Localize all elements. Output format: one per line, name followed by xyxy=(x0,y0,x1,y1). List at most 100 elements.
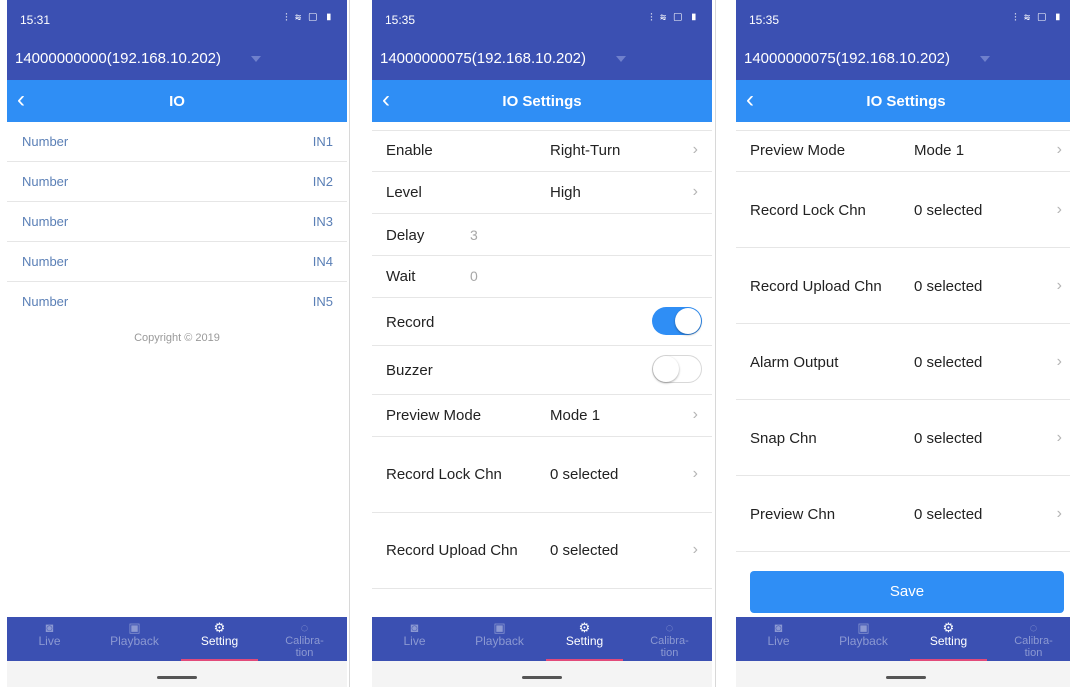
list-item[interactable]: Number IN5 xyxy=(7,282,347,322)
tab-playback[interactable]: ▣ Playback xyxy=(821,617,906,661)
chevron-right-icon: › xyxy=(1056,505,1062,522)
page-title: IO xyxy=(169,93,185,110)
record-row: Record xyxy=(372,298,712,346)
tab-live[interactable]: ◙ Live xyxy=(736,617,821,661)
row-value: Right-Turn xyxy=(550,142,621,159)
row-label: Number xyxy=(22,294,69,309)
calibration-icon: ◌ xyxy=(300,620,309,635)
tab-label: Setting xyxy=(200,634,239,648)
row-label: Preview Mode xyxy=(750,142,846,159)
row-label: Number xyxy=(22,214,69,229)
row-label: Buzzer xyxy=(386,362,433,379)
enable-row[interactable]: Enable Right-Turn › xyxy=(372,130,712,172)
tab-label: Live xyxy=(767,634,790,648)
status-bar: 15:35 ⫶ ≋ ▢ ▮ xyxy=(736,0,1070,38)
io-list-screen: 15:31 ⫶ ≋ ▢ ▮ 14000000000(192.168.10.202… xyxy=(7,0,347,687)
row-value: 0 selected xyxy=(550,466,619,483)
row-label: Snap Chn xyxy=(750,430,817,447)
tab-calibration[interactable]: ◌ Calibra- tion xyxy=(627,617,712,661)
list-item[interactable]: Number IN2 xyxy=(7,162,347,202)
tab-playback[interactable]: ▣ Playback xyxy=(92,617,177,661)
record-upload-chn-row[interactable]: Record Upload Chn 0 selected › xyxy=(372,513,712,589)
chevron-right-icon: › xyxy=(692,141,698,158)
settings-list: Preview Mode Mode 1 › Record Lock Chn 0 … xyxy=(736,130,1070,552)
preview-chn-row[interactable]: Preview Chn 0 selected › xyxy=(736,476,1070,552)
divider xyxy=(715,0,716,687)
save-button[interactable]: Save xyxy=(750,571,1064,613)
tab-calibration[interactable]: ◌ Calibra- tion xyxy=(991,617,1070,661)
chevron-down-icon xyxy=(980,56,990,62)
record-lock-chn-row[interactable]: Record Lock Chn 0 selected › xyxy=(736,172,1070,248)
wait-row: Wait 0 xyxy=(372,256,712,298)
tab-label: Calibra- tion xyxy=(650,635,689,659)
toggle-knob xyxy=(675,308,701,334)
list-item[interactable]: Number IN3 xyxy=(7,202,347,242)
alarm-output-row[interactable]: Alarm Output 0 selected › xyxy=(736,324,1070,400)
device-selector[interactable]: 14000000075(192.168.10.202) xyxy=(736,38,1070,80)
nav-bar: ‹ IO Settings xyxy=(736,80,1070,122)
image-icon: ▣ xyxy=(128,620,141,635)
row-value: 0 selected xyxy=(914,202,983,219)
divider xyxy=(349,0,350,687)
row-label: Record xyxy=(386,314,435,331)
row-value: IN2 xyxy=(312,174,333,189)
delay-input[interactable]: 3 xyxy=(470,227,478,243)
home-indicator[interactable] xyxy=(157,676,197,679)
home-indicator-bar xyxy=(372,661,712,687)
gear-icon: ⚙ xyxy=(942,620,955,635)
preview-mode-row[interactable]: Preview Mode Mode 1 › xyxy=(736,130,1070,172)
row-label: Record Upload Chn xyxy=(386,542,518,559)
page-title: IO Settings xyxy=(866,93,946,110)
tab-setting[interactable]: ⚙ Setting xyxy=(542,617,627,661)
tab-calibration[interactable]: ◌ Calibra- tion xyxy=(262,617,347,661)
row-value: IN3 xyxy=(312,214,333,229)
buzzer-toggle[interactable] xyxy=(652,355,702,383)
image-icon: ▣ xyxy=(857,620,870,635)
tab-setting[interactable]: ⚙ Setting xyxy=(177,617,262,661)
tab-playback[interactable]: ▣ Playback xyxy=(457,617,542,661)
wait-input[interactable]: 0 xyxy=(470,268,478,284)
chevron-right-icon: › xyxy=(1056,429,1062,446)
row-label: Record Upload Chn xyxy=(750,278,882,295)
tab-live[interactable]: ◙ Live xyxy=(372,617,457,661)
tab-live[interactable]: ◙ Live xyxy=(7,617,92,661)
status-time: 15:31 xyxy=(20,13,51,27)
tab-label: Playback xyxy=(475,634,524,648)
row-label: Record Lock Chn xyxy=(750,202,866,219)
io-settings-scrolled-screen: 15:35 ⫶ ≋ ▢ ▮ 14000000075(192.168.10.202… xyxy=(736,0,1070,687)
calibration-icon: ◌ xyxy=(665,620,674,635)
record-upload-chn-row[interactable]: Record Upload Chn 0 selected › xyxy=(736,248,1070,324)
status-icons: ⫶ ≋ ▢ ▮ xyxy=(1014,12,1064,24)
list-item[interactable]: Number IN4 xyxy=(7,242,347,282)
snap-chn-row[interactable]: Snap Chn 0 selected › xyxy=(736,400,1070,476)
row-value: 0 selected xyxy=(914,506,983,523)
row-label: Level xyxy=(386,184,422,201)
nav-bar: ‹ IO Settings xyxy=(372,80,712,122)
tab-bar: ◙ Live ▣ Playback ⚙ Setting ◌ Calibra- tion xyxy=(736,617,1070,661)
tab-setting[interactable]: ⚙ Setting xyxy=(906,617,991,661)
row-value: 0 selected xyxy=(914,354,983,371)
copyright-text: Copyright © 2019 xyxy=(134,332,220,344)
chevron-right-icon: › xyxy=(1056,353,1062,370)
list-item[interactable]: Number IN1 xyxy=(7,122,347,162)
row-value: IN5 xyxy=(312,294,333,309)
gear-icon: ⚙ xyxy=(213,620,226,635)
record-toggle[interactable] xyxy=(652,307,702,335)
preview-mode-row[interactable]: Preview Mode Mode 1 › xyxy=(372,395,712,437)
record-lock-chn-row[interactable]: Record Lock Chn 0 selected › xyxy=(372,437,712,513)
home-indicator[interactable] xyxy=(522,676,562,679)
io-settings-screen: 15:35 ⫶ ≋ ▢ ▮ 14000000075(192.168.10.202… xyxy=(372,0,712,687)
home-indicator[interactable] xyxy=(886,676,926,679)
row-label: Alarm Output xyxy=(750,354,839,371)
chevron-right-icon: › xyxy=(1056,141,1062,158)
row-value: IN4 xyxy=(312,254,333,269)
tab-label: Live xyxy=(403,634,426,648)
device-selector[interactable]: 14000000000(192.168.10.202) xyxy=(7,38,347,80)
chevron-down-icon xyxy=(251,56,261,62)
nav-bar: ‹ IO xyxy=(7,80,347,122)
device-label: 14000000075(192.168.10.202) xyxy=(380,50,587,67)
level-row[interactable]: Level High › xyxy=(372,172,712,214)
row-value: 0 selected xyxy=(914,278,983,295)
device-selector[interactable]: 14000000075(192.168.10.202) xyxy=(372,38,712,80)
row-value: Mode 1 xyxy=(914,142,965,159)
